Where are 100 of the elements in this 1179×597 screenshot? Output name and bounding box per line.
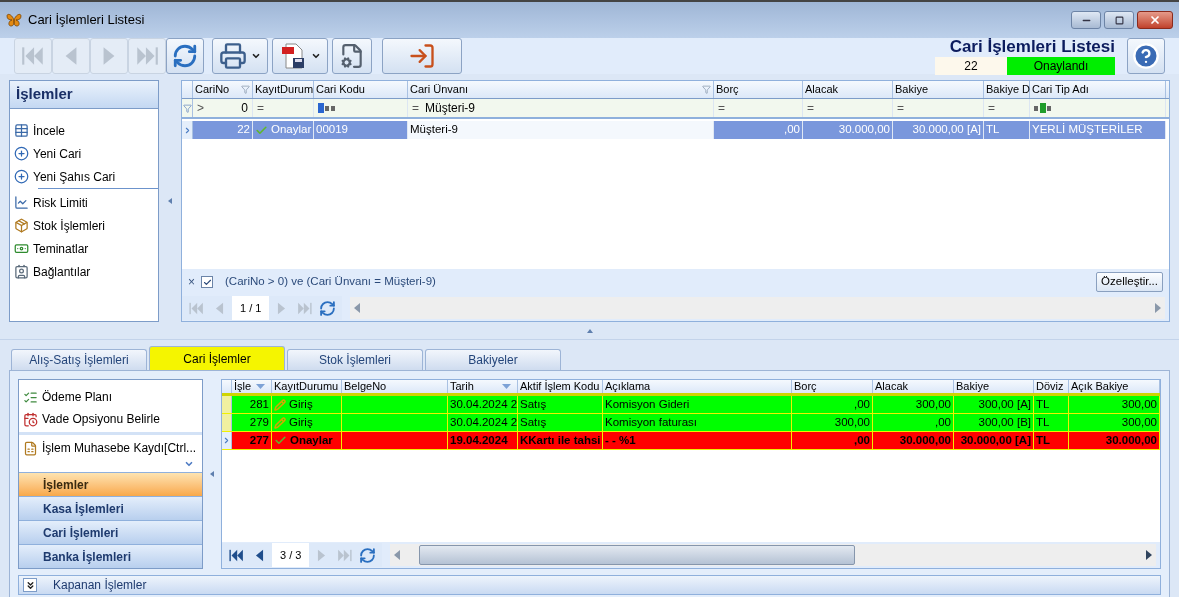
action-item[interactable]: Bağlantılar — [14, 260, 158, 283]
column-header[interactable]: Borç — [792, 380, 873, 393]
table-cell: ,00 — [792, 396, 873, 413]
tab[interactable]: Cari İşlemler — [149, 346, 285, 370]
ledger-icon — [23, 440, 38, 456]
grid-row[interactable]: 22 Onaylar 00019 Müşteri-9 ,00 30.000,00 30.000,00 [A] TL YERLİ MÜŞTERİLER — [182, 121, 1169, 139]
column-header[interactable]: Tarih — [448, 380, 518, 393]
close-icon — [1149, 14, 1161, 26]
column-header[interactable]: Bakiye — [954, 380, 1034, 393]
table-cell: 30.000,00 [A] — [893, 121, 984, 139]
tab[interactable]: Stok İşlemleri — [287, 349, 423, 370]
tab[interactable]: Alış-Satış İşlemleri — [11, 349, 147, 370]
table-cell: 30.000,00 — [873, 432, 954, 449]
filter-cell[interactable]: = — [714, 99, 803, 117]
navigation-group[interactable]: İşlemler — [19, 472, 203, 496]
filter-checkbox[interactable] — [201, 276, 213, 288]
minimize-button[interactable] — [1071, 11, 1101, 29]
column-header[interactable]: Bakiye — [893, 81, 984, 98]
table-cell: 30.000,00 — [1069, 432, 1160, 449]
butterfly-icon — [6, 13, 22, 27]
table-cell: 22 — [193, 121, 253, 139]
table-cell: Giriş — [272, 414, 342, 431]
column-header[interactable]: Açık Bakiye — [1069, 380, 1160, 393]
table-cell: Satış — [518, 396, 603, 413]
table-cell: 19.04.2024 — [448, 432, 518, 449]
toolbar-button[interactable] — [212, 38, 268, 74]
check-icon — [255, 123, 268, 137]
table-cell: 30.04.2024 2 — [448, 396, 518, 413]
collapsed-panel-bar[interactable]: Kapanan İşlemler — [18, 575, 1161, 595]
column-header[interactable]: Cari Kodu — [314, 81, 408, 98]
horizontal-scrollbar[interactable] — [390, 544, 1156, 566]
column-header[interactable]: KayıtDurumu — [272, 380, 342, 393]
panel-label: Kapanan İşlemler — [53, 577, 147, 594]
table-cell: Komisyon faturası — [603, 414, 792, 431]
grid-row[interactable]: 277 Onaylar 19.04.2024 KKartı ile tahsi - - %1 ,00 30.000,00 30.000,00 [A] TL 30.000,00 — [222, 432, 1160, 450]
navigation-group[interactable]: Banka İşlemleri — [19, 544, 203, 568]
scrollbar-thumb[interactable] — [419, 545, 856, 565]
toolbar-button[interactable] — [332, 38, 372, 74]
action-item[interactable]: Stok İşlemleri — [14, 214, 158, 237]
tab[interactable]: Bakiyeler — [425, 349, 561, 370]
package-icon — [14, 218, 29, 233]
row-indicator[interactable] — [222, 432, 232, 449]
filter-cell[interactable]: = — [253, 99, 314, 117]
help-button[interactable] — [1127, 38, 1165, 74]
action-item[interactable]: Yeni Şahıs Cari — [14, 165, 158, 188]
horizontal-scrollbar[interactable] — [350, 297, 1165, 319]
toolbar-button[interactable] — [272, 38, 328, 74]
grid-row[interactable]: 281 Giriş 30.04.2024 2 Satış Komisyon Gideri ,00 300,00 300,00 [A] TL 300,00 — [222, 396, 1160, 414]
navigation-group[interactable]: Kasa İşlemleri — [19, 496, 203, 520]
table-cell: 300,00 [A] — [954, 396, 1034, 413]
filter-cell[interactable]: = — [803, 99, 893, 117]
column-header[interactable]: Alacak — [873, 380, 954, 393]
action-item[interactable]: Vade Opsiyonu Belirle — [19, 408, 203, 430]
collapse-up-icon[interactable] — [586, 328, 593, 333]
column-header[interactable]: Bakiye D — [984, 81, 1030, 98]
collapse-left-icon[interactable] — [210, 471, 215, 477]
action-item[interactable]: Risk Limiti — [14, 191, 158, 214]
filter-cell[interactable]: = Müşteri-9 — [408, 99, 714, 117]
action-item[interactable]: Ödeme Planı — [19, 386, 203, 408]
expand-button[interactable] — [23, 578, 37, 592]
navigation-group[interactable]: Cari İşlemleri — [19, 520, 203, 544]
customize-button[interactable]: Özelleştir... — [1096, 272, 1163, 292]
filter-cell[interactable]: = — [984, 99, 1030, 117]
column-header[interactable]: Döviz — [1034, 380, 1069, 393]
action-item[interactable]: Yeni Cari — [14, 142, 158, 165]
table-cell: 300,00 — [1069, 414, 1160, 431]
column-header[interactable]: Cari Tip Adı — [1030, 81, 1166, 98]
clear-filter-button[interactable]: × — [188, 273, 195, 291]
column-header[interactable]: KayıtDurum — [253, 81, 314, 98]
grid-row[interactable]: 279 Giriş 30.04.2024 2 Satış Komisyon faturası 300,00 ,00 300,00 [B] TL 300,00 — [222, 414, 1160, 432]
maximize-button[interactable] — [1104, 11, 1134, 29]
column-header[interactable]: Cari Ünvanı — [408, 81, 714, 98]
add-icon — [14, 146, 29, 161]
page-indicator: 1 / 1 — [232, 296, 270, 320]
table-cell: 00019 — [314, 121, 408, 139]
column-header[interactable]: İşle — [232, 380, 272, 393]
column-header[interactable]: Borç — [714, 81, 803, 98]
column-header[interactable]: Aktif İşlem Kodu — [518, 380, 603, 393]
scroll-down-icon[interactable] — [184, 459, 195, 469]
action-item[interactable]: İşlem Muhasebe Kaydı[Ctrl... — [19, 437, 203, 459]
column-header[interactable]: BelgeNo — [342, 380, 448, 393]
table-cell: 300,00 — [792, 414, 873, 431]
filter-expression: (CariNo > 0) ve (Cari Ünvanı = Müşteri-9) — [225, 274, 436, 290]
table-cell: Giriş — [272, 396, 342, 413]
action-item[interactable]: Teminatlar — [14, 237, 158, 260]
page-indicator: 3 / 3 — [272, 543, 310, 567]
filter-cell[interactable]: > 0 — [193, 99, 253, 117]
table-cell: 30.04.2024 2 — [448, 414, 518, 431]
action-item[interactable]: İncele — [14, 119, 158, 142]
collapse-left-icon[interactable] — [168, 198, 172, 204]
scroll-left-icon — [394, 550, 401, 560]
column-header[interactable]: CariNo — [193, 81, 253, 98]
column-header[interactable]: Alacak — [803, 81, 893, 98]
close-button[interactable] — [1137, 11, 1173, 29]
toolbar-button[interactable] — [166, 38, 204, 74]
filter-cell[interactable]: = — [893, 99, 984, 117]
table-cell: ,00 — [792, 432, 873, 449]
table-cell: 300,00 — [873, 396, 954, 413]
abc-icon — [318, 103, 336, 113]
column-header[interactable]: Açıklama — [603, 380, 792, 393]
